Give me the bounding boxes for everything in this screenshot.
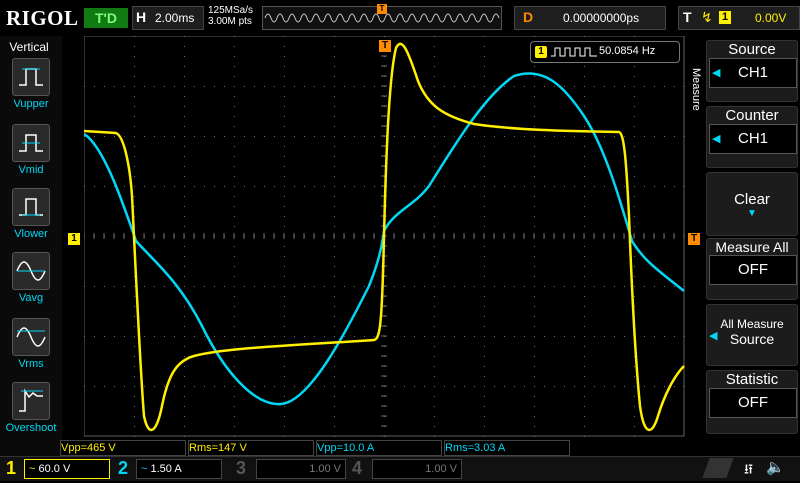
statistic-heading: Statistic bbox=[725, 371, 779, 388]
frequency-counter[interactable]: 1 50.0854 Hz bbox=[530, 41, 680, 63]
ch3-number[interactable]: 3 bbox=[236, 458, 246, 479]
counter-softkey[interactable]: Counter ◀ CH1 bbox=[706, 106, 798, 168]
panel-title: Vertical bbox=[9, 40, 49, 54]
vavg-label: Vavg bbox=[18, 292, 44, 304]
vlower-icon bbox=[19, 198, 43, 216]
waveform-display[interactable] bbox=[83, 35, 686, 438]
source-heading: Source bbox=[728, 41, 776, 58]
select-arrow-icon: ◀ bbox=[709, 330, 718, 342]
vavg-icon bbox=[16, 261, 46, 281]
ch2-scale-box[interactable]: ~ 1.50 A bbox=[136, 459, 222, 479]
all-measure-value: Source bbox=[729, 331, 775, 347]
ch1-number[interactable]: 1 bbox=[6, 458, 16, 479]
trigger-box[interactable]: T ↯ 1 0.00V bbox=[678, 6, 800, 30]
trigger-position-marker[interactable]: T bbox=[379, 40, 391, 52]
vupper-button[interactable] bbox=[12, 58, 50, 96]
ch4-number[interactable]: 4 bbox=[352, 458, 362, 479]
measurement-item[interactable]: Rms=147 V bbox=[188, 440, 314, 456]
trigger-level-marker[interactable]: T bbox=[688, 233, 700, 245]
rising-edge-icon: ↯ bbox=[701, 9, 713, 25]
measure-all-value: OFF bbox=[709, 255, 797, 285]
ch3-scale: 1.00 V bbox=[309, 463, 341, 475]
source-value-box: ◀ CH1 bbox=[709, 58, 797, 88]
trigger-level-value: 0.00V bbox=[755, 11, 787, 25]
trigger-key: T bbox=[683, 9, 692, 25]
counter-channel-badge: 1 bbox=[535, 46, 547, 58]
vlower-label: Vlower bbox=[14, 228, 48, 240]
measurement-item[interactable]: Vpp=465 V bbox=[60, 440, 186, 456]
memory-depth: 3.00M pts bbox=[208, 16, 252, 27]
vupper-icon bbox=[19, 68, 43, 86]
dropdown-arrow-icon: ▼ bbox=[747, 208, 757, 219]
vmid-label: Vmid bbox=[18, 164, 44, 176]
counter-heading: Counter bbox=[725, 107, 779, 124]
memory-trigger-marker: T bbox=[377, 4, 387, 14]
memory-overview[interactable]: T bbox=[262, 4, 502, 30]
all-measure-heading: All Measure bbox=[720, 317, 784, 331]
brand-logo: RIGOL bbox=[6, 6, 79, 30]
menu-title: Measure bbox=[690, 68, 702, 111]
usb-icon: ⭿ bbox=[744, 461, 754, 477]
ch1-scale-box[interactable]: ~ 60.0 V bbox=[24, 459, 110, 479]
vupper-label: Vupper bbox=[13, 98, 49, 110]
all-measure-source-softkey[interactable]: All Measure Source ◀ bbox=[706, 304, 798, 366]
overshoot-icon bbox=[19, 388, 43, 412]
ch3-scale-box[interactable]: 1.00 V bbox=[256, 459, 346, 479]
ac-coupling-icon: ~ bbox=[141, 463, 148, 475]
ch4-scale-box[interactable]: 1.00 V bbox=[372, 459, 462, 479]
measurement-item[interactable]: Vpp=10.0 A bbox=[316, 440, 442, 456]
vrms-button[interactable] bbox=[12, 318, 50, 356]
vertical-measure-panel: Vertical Vupper Vmid Vlower Vavg Vrms Ov… bbox=[0, 36, 62, 456]
timebase-box[interactable]: H 2.00ms bbox=[132, 6, 204, 30]
counter-value-box: ◀ CH1 bbox=[709, 124, 797, 154]
vmid-icon bbox=[19, 134, 43, 152]
clear-softkey[interactable]: Clear ▼ bbox=[706, 172, 798, 236]
top-status-bar: RIGOL T'D H 2.00ms 125MSa/s 3.00M pts T … bbox=[0, 0, 800, 36]
statistic-softkey[interactable]: Statistic OFF bbox=[706, 370, 798, 434]
delay-value: 0.00000000ps bbox=[563, 11, 640, 25]
vrms-label: Vrms bbox=[18, 358, 44, 370]
square-wave-icon bbox=[551, 47, 597, 57]
run-state-badge[interactable]: T'D bbox=[84, 8, 128, 28]
measure-all-softkey[interactable]: Measure All OFF bbox=[706, 238, 798, 300]
timebase-key: H bbox=[136, 9, 147, 25]
counter-frequency: 50.0854 Hz bbox=[599, 45, 656, 57]
source-value: CH1 bbox=[737, 64, 768, 81]
delay-key: D bbox=[523, 9, 534, 25]
sample-rate: 125MSa/s bbox=[208, 5, 254, 16]
overshoot-label: Overshoot bbox=[5, 422, 57, 434]
select-arrow-icon: ◀ bbox=[712, 67, 721, 79]
speaker-icon[interactable]: 🔈 bbox=[766, 458, 785, 476]
select-arrow-icon: ◀ bbox=[712, 133, 721, 145]
vrms-icon bbox=[16, 327, 46, 347]
statistic-value: OFF bbox=[709, 388, 797, 418]
acquisition-info: 125MSa/s 3.00M pts bbox=[208, 5, 253, 27]
measurement-item[interactable]: Rms=3.03 A bbox=[444, 440, 570, 456]
source-softkey[interactable]: Source ◀ CH1 bbox=[706, 40, 798, 102]
ch1-scale: 60.0 V bbox=[38, 463, 71, 475]
ch1-offset-marker[interactable]: 1 bbox=[68, 233, 80, 245]
delay-box[interactable]: D 0.00000000ps bbox=[514, 6, 666, 30]
clear-heading: Clear bbox=[734, 191, 770, 208]
ac-coupling-icon: ~ bbox=[29, 463, 36, 475]
overshoot-button[interactable] bbox=[12, 382, 50, 420]
trigger-source-badge: 1 bbox=[719, 11, 731, 24]
vavg-button[interactable] bbox=[12, 252, 50, 290]
ch4-scale: 1.00 V bbox=[425, 463, 457, 475]
counter-value: CH1 bbox=[737, 130, 768, 147]
ch2-scale: 1.50 A bbox=[150, 463, 182, 475]
vmid-button[interactable] bbox=[12, 124, 50, 162]
measure-all-heading: Measure All bbox=[715, 239, 789, 255]
vlower-button[interactable] bbox=[12, 188, 50, 226]
timebase-value: 2.00ms bbox=[155, 11, 195, 25]
graticule bbox=[83, 35, 685, 437]
ch2-number[interactable]: 2 bbox=[118, 458, 128, 479]
